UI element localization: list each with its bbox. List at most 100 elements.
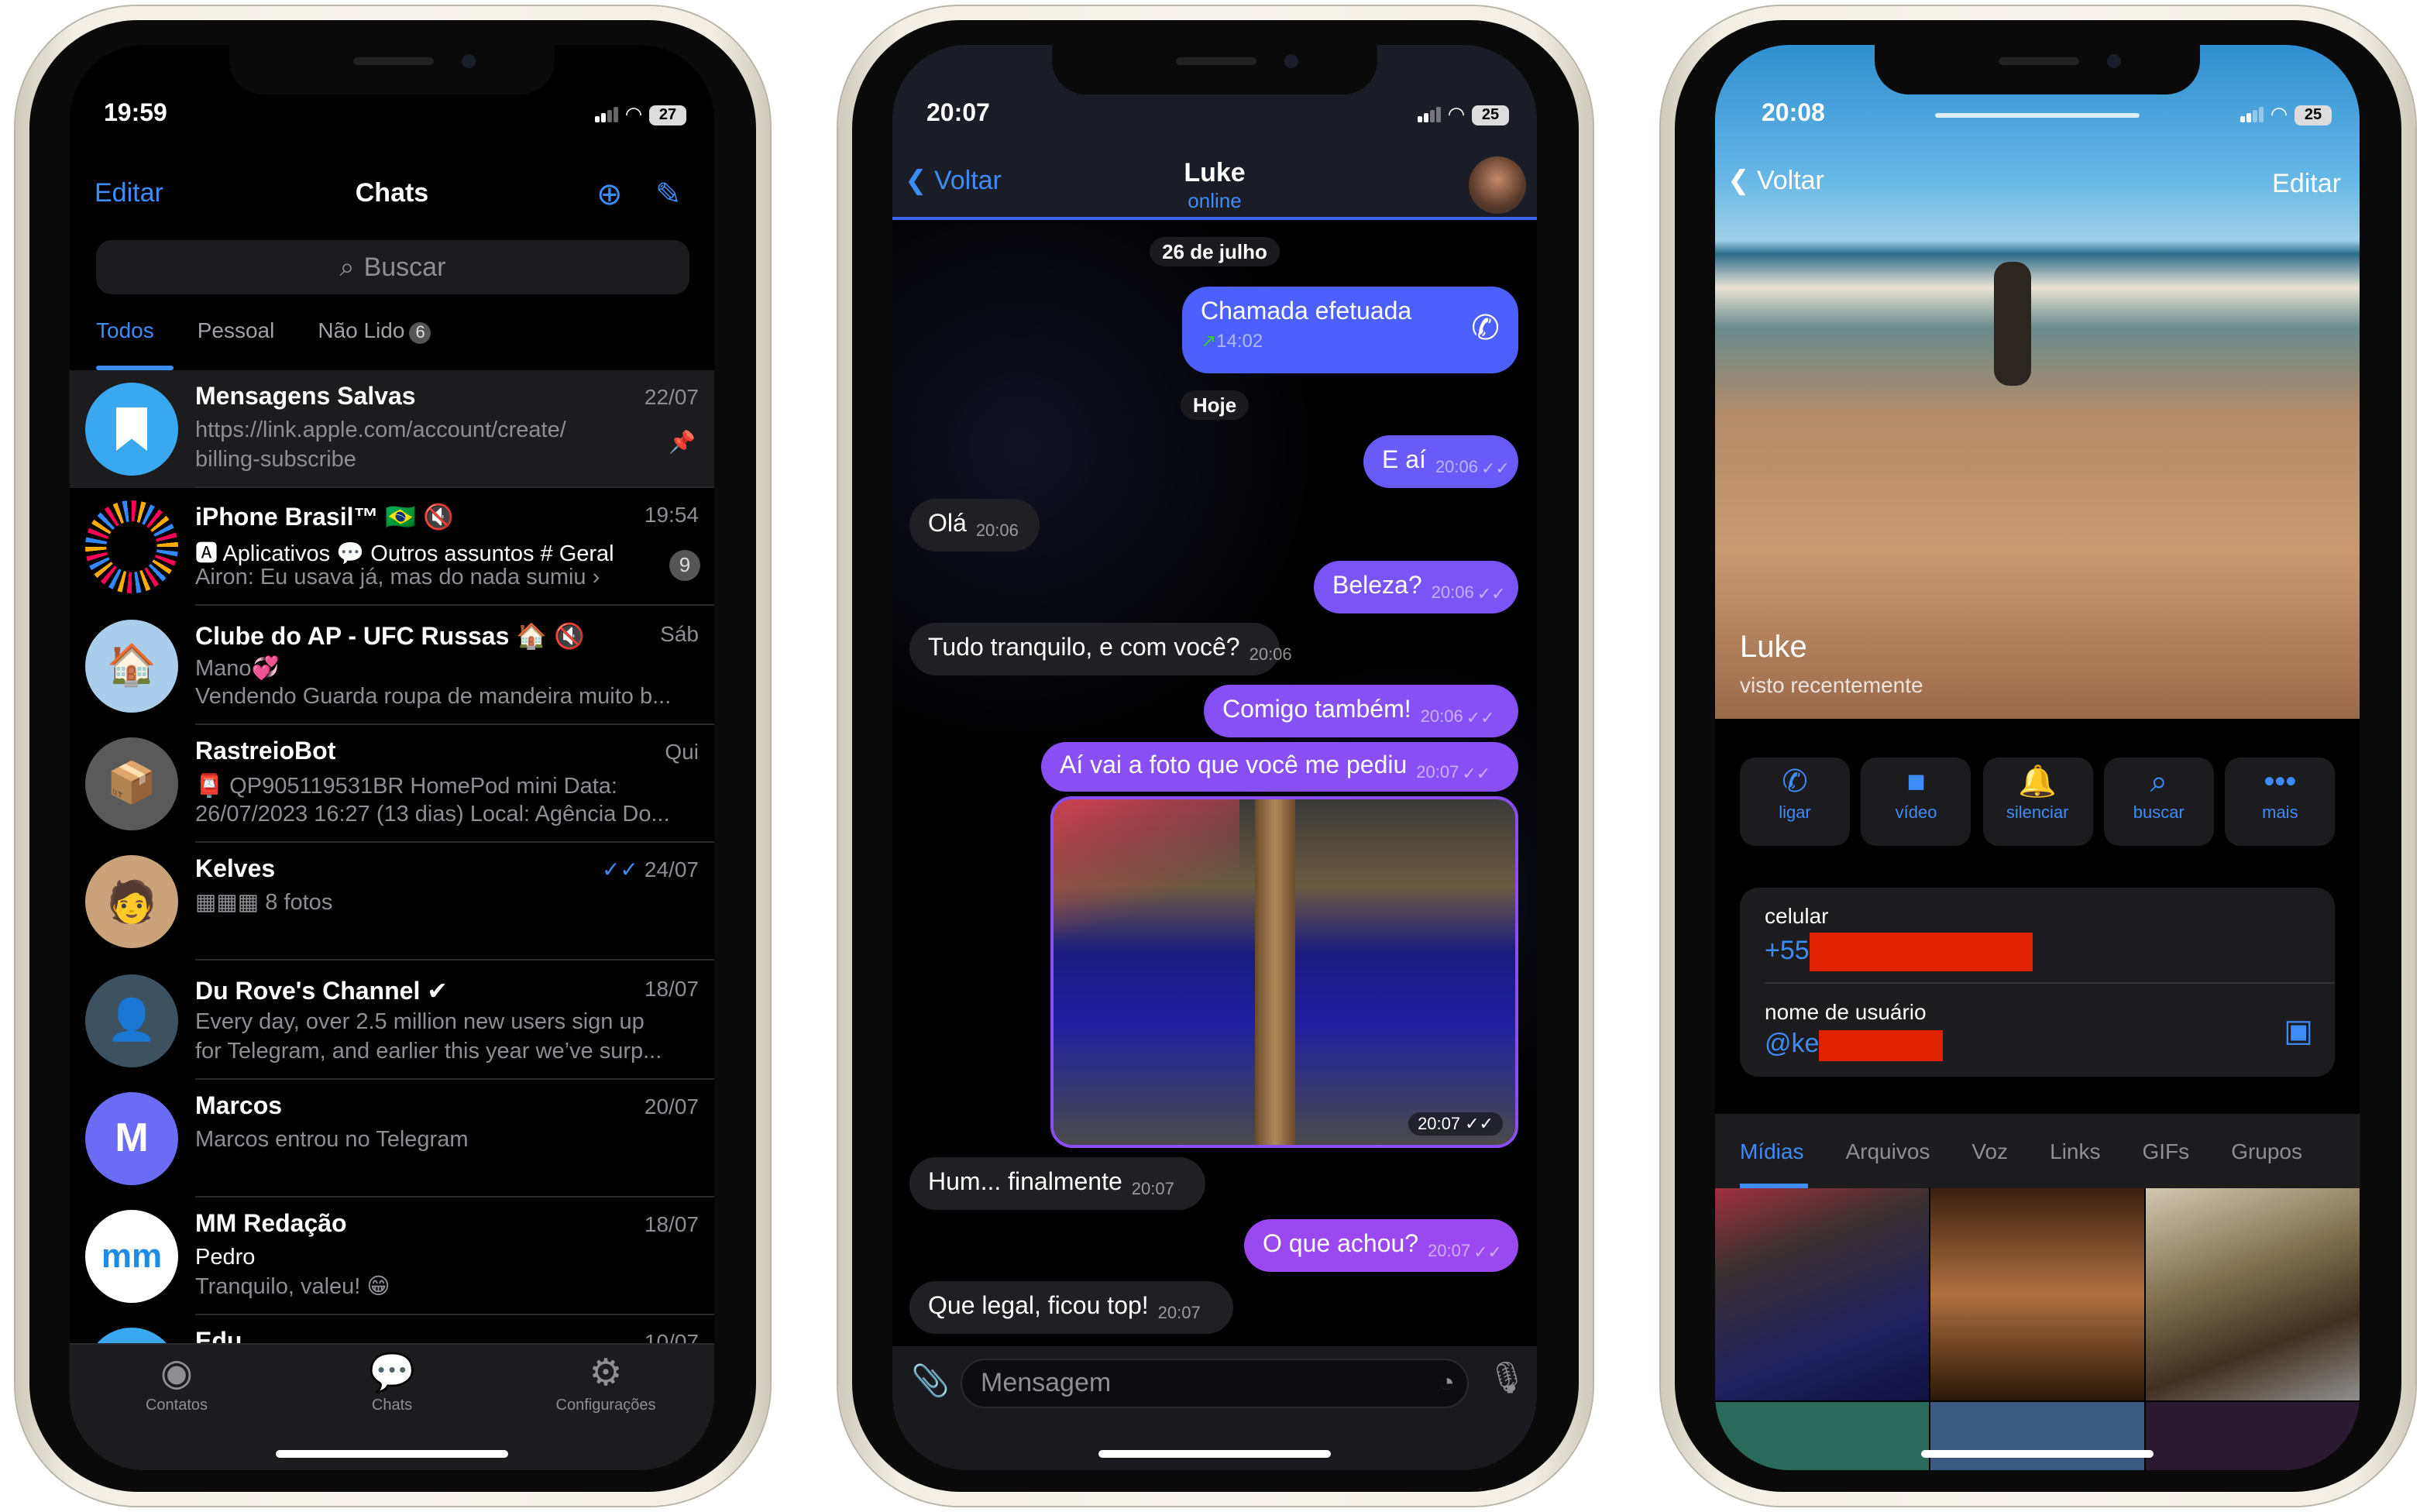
compose-icon[interactable]: ✎: [655, 175, 682, 214]
read-receipt-icon: ✓✓: [1473, 1243, 1502, 1262]
avatar: 📦: [85, 737, 178, 830]
media-thumbnail[interactable]: [1715, 1188, 1929, 1400]
chat-name: Marcos: [195, 1093, 283, 1120]
status-bar: 19:59 ◠ 27: [70, 45, 714, 127]
tab-configuracoes[interactable]: ⚙ Configurações: [513, 1351, 699, 1414]
search-icon: ⌕: [2150, 765, 2167, 799]
phone-value[interactable]: +55: [1765, 933, 2033, 971]
chat-row[interactable]: 👤 Du Rove's Channel ✔ 18/07 Every day, over…: [70, 961, 714, 1079]
media-thumbnail[interactable]: [1715, 1402, 1929, 1470]
wifi-icon: ◠: [1449, 102, 1464, 125]
chat-date-text: 19:54: [644, 502, 699, 527]
photo-message[interactable]: 20:07 ✓✓: [1050, 796, 1518, 1148]
message-text: Que legal, ficou top!: [928, 1294, 1149, 1320]
chat-name: RastreioBot: [195, 738, 336, 765]
tab-chats[interactable]: 💬 Chats: [299, 1351, 485, 1414]
media-thumbnail[interactable]: [1930, 1402, 2144, 1470]
sticker-icon[interactable]: ◔: [1439, 1360, 1455, 1407]
chat-row[interactable]: iPhone Brasil™ 🇧🇷 🔇 19:54 🅰 Aplicativos 💬 …: [70, 489, 714, 607]
chat-name: MM Redação: [195, 1211, 347, 1239]
action-silenciar[interactable]: 🔔 silenciar: [1982, 758, 2093, 846]
tab-contatos[interactable]: ◉ Contatos: [84, 1351, 270, 1414]
battery-icon: 25: [2295, 105, 2332, 125]
outgoing-message[interactable]: Aí vai a foto que você me pediu 20:07 ✓✓: [1041, 742, 1518, 792]
incoming-message[interactable]: Hum... finalmente 20:07: [909, 1157, 1205, 1210]
contact-status: online: [1188, 189, 1242, 212]
attach-icon[interactable]: 📎: [911, 1362, 950, 1400]
outgoing-message[interactable]: O que achou? 20:07 ✓✓: [1244, 1219, 1518, 1272]
media-thumbnail[interactable]: [2146, 1402, 2360, 1470]
phone-icon: ✆: [1782, 765, 1808, 799]
message-text: Tudo tranquilo, e com você?: [928, 635, 1240, 662]
phone-conversation: 20:07 ◠ 25 ❮ Voltar Luke online 26 de jul…: [838, 6, 1593, 1506]
incoming-message[interactable]: Olá 20:06: [909, 499, 1040, 552]
home-indicator: [276, 1450, 508, 1458]
gear-icon: ⚙: [589, 1352, 623, 1394]
outgoing-message[interactable]: Beleza? 20:06 ✓✓: [1314, 561, 1518, 613]
incoming-message[interactable]: Que legal, ficou top! 20:07: [909, 1281, 1233, 1334]
chat-row[interactable]: 🏠 Clube do AP - UFC Russas 🏠 🔇 Sáb Mano💞 Ven…: [70, 607, 714, 725]
outgoing-message[interactable]: Comigo também! 20:06 ✓✓: [1204, 685, 1518, 737]
chat-preview-line1: ▦▦▦ 8 fotos: [195, 891, 333, 916]
qr-code-icon[interactable]: ▣: [2284, 1012, 2313, 1050]
photo-hammock: [1054, 799, 1239, 939]
tab-nao-lido[interactable]: Não Lido 6: [318, 318, 431, 344]
chat-row[interactable]: M Marcos 20/07 Marcos entrou no Telegram: [70, 1080, 714, 1198]
read-receipt-icon: ✓✓: [1465, 1115, 1494, 1134]
media-thumbnail[interactable]: [1930, 1188, 2144, 1400]
new-story-icon[interactable]: ⊕: [596, 175, 623, 214]
message-text: Comigo também!: [1222, 697, 1411, 723]
photo-time: 20:07 ✓✓: [1408, 1112, 1503, 1136]
input-placeholder: Mensagem: [981, 1368, 1112, 1397]
read-receipt-icon: ✓✓: [601, 857, 638, 882]
chat-row[interactable]: 🧑 Kelves ✓✓ 24/07 ▦▦▦ 8 fotos: [70, 843, 714, 961]
username-value[interactable]: @ke: [1765, 1029, 1944, 1061]
person-icon: ◉: [160, 1352, 193, 1394]
avatar: [85, 383, 178, 476]
media-tab-4[interactable]: GIFs: [2143, 1139, 2190, 1163]
tab-pessoal[interactable]: Pessoal: [198, 318, 275, 344]
chat-row[interactable]: 📦 RastreioBot Qui 📮 QP905119531BR HomePod m…: [70, 725, 714, 843]
profile-photo[interactable]: ❮ Voltar Editar Luke visto recentemente: [1715, 45, 2360, 719]
action-ligar[interactable]: ✆ ligar: [1740, 758, 1850, 846]
date-pill: Hoje: [1180, 390, 1250, 420]
chat-date: Qui: [665, 739, 699, 764]
call-bubble[interactable]: Chamada efetuada ↗14:02 ✆: [1182, 287, 1518, 373]
search-input[interactable]: ⌕ Buscar: [96, 240, 689, 294]
chat-preview-line2: Tranquilo, valeu! 😁: [195, 1275, 390, 1301]
media-thumbnail[interactable]: [2146, 1188, 2360, 1400]
chat-preview-line1: 🅰 Aplicativos 💬 Outros assuntos # Geral: [195, 542, 614, 568]
media-tab-3[interactable]: Links: [2050, 1139, 2100, 1163]
read-receipt-icon: ✓✓: [1481, 459, 1510, 478]
microphone-icon[interactable]: 🎙: [1487, 1359, 1527, 1397]
message-time: 20:07: [1131, 1180, 1174, 1199]
chat-row[interactable]: Mensagens Salvas 22/07 https://link.apple.…: [70, 370, 714, 488]
media-tab-1[interactable]: Arquivos: [1845, 1139, 1930, 1163]
action-label: ligar: [1779, 804, 1811, 823]
action-mais[interactable]: ••• mais: [2225, 758, 2336, 846]
outgoing-message[interactable]: E aí 20:06 ✓✓: [1363, 435, 1518, 488]
media-tab-2[interactable]: Voz: [1971, 1139, 2008, 1163]
back-label: Voltar: [1756, 166, 1824, 195]
tab-todos[interactable]: Todos: [96, 318, 154, 344]
contact-avatar[interactable]: [1469, 156, 1526, 214]
edit-button[interactable]: Editar: [2272, 169, 2341, 200]
media-tab-0[interactable]: Mídias: [1740, 1139, 1803, 1163]
chat-date-text: Sáb: [660, 620, 699, 646]
contact-name[interactable]: Luke: [892, 158, 1537, 189]
chat-date: 19:54: [645, 503, 699, 527]
divider: [1765, 982, 2335, 984]
more-icon: •••: [2264, 765, 2297, 799]
action-buscar[interactable]: ⌕ buscar: [2103, 758, 2214, 846]
back-button[interactable]: ❮ Voltar: [1727, 166, 1824, 197]
chat-row[interactable]: mm MM Redação 18/07 Pedro Tranquilo, valeu! …: [70, 1198, 714, 1316]
battery-icon: 27: [649, 105, 686, 125]
media-tab-5[interactable]: Grupos: [2231, 1139, 2302, 1163]
action-label: buscar: [2133, 804, 2185, 823]
photo-time-text: 20:07: [1418, 1115, 1461, 1134]
action-vídeo[interactable]: ■ vídeo: [1861, 758, 1971, 846]
chat-preview-line2: 26/07/2023 16:27 (13 dias) Local: Agênci…: [195, 802, 670, 827]
incoming-message[interactable]: Tudo tranquilo, e com você? 20:06: [909, 623, 1292, 675]
video-icon: ■: [1906, 765, 1926, 799]
message-input[interactable]: Mensagem ◔: [961, 1359, 1469, 1408]
